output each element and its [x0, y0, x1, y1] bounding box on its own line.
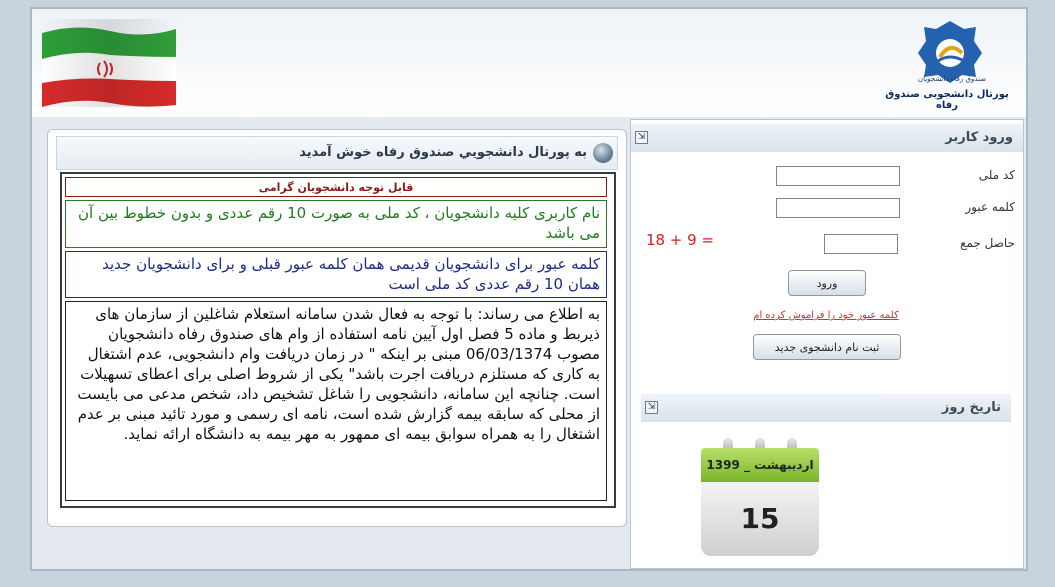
collapse-icon[interactable]: ⇲ — [635, 131, 648, 144]
right-column: ورود کاربر ⇲ کد ملی کلمه عبور حاصل جمع 1… — [630, 119, 1024, 569]
portal-frame: صندوق رفاه دانشجویان پورتال دانشجویی صند… — [30, 7, 1028, 571]
password-label: کلمه عبور — [965, 200, 1015, 214]
welcome-text: به پورتال دانشجويي صندوق رفاه خوش آمديد — [299, 145, 587, 160]
iran-flag-icon — [40, 19, 178, 107]
calendar-month-year: اردیبهشت _ 1399 — [701, 448, 819, 482]
captcha-label: حاصل جمع — [960, 236, 1015, 250]
calendar-icon: اردیبهشت _ 1399 15 — [701, 438, 819, 556]
password-input[interactable] — [776, 198, 900, 218]
body-area: به پورتال دانشجويي صندوق رفاه خوش آمديد … — [32, 117, 1026, 569]
header: صندوق رفاه دانشجویان پورتال دانشجویی صند… — [32, 9, 1026, 117]
main-panel: به پورتال دانشجويي صندوق رفاه خوش آمديد … — [47, 129, 627, 527]
notice-box: قابل توجه دانشجویان گرامی نام کاربری کلی… — [60, 172, 616, 508]
portal-title: پورتال دانشجویی صندوق رفاه — [885, 89, 1009, 111]
login-title: ورود کاربر — [945, 130, 1013, 145]
calendar-day: 15 — [701, 482, 819, 556]
collapse-icon[interactable]: ⇲ — [645, 401, 658, 414]
notice-password: کلمه عبور برای دانشجویان قدیمی همان کلمه… — [65, 251, 607, 298]
orb-bullet-icon — [593, 143, 613, 163]
welcome-bar: به پورتال دانشجويي صندوق رفاه خوش آمديد — [56, 136, 618, 170]
logo-caption: صندوق رفاه دانشجویان — [917, 75, 987, 83]
forgot-password-link[interactable]: کلمه عبور خود را فراموش کرده ام — [741, 310, 911, 321]
notice-title: قابل توجه دانشجویان گرامی — [65, 177, 607, 197]
today-title: تاریخ روز — [941, 400, 1001, 415]
login-header: ورود کاربر ⇲ — [631, 124, 1023, 152]
login-button[interactable]: ورود — [788, 270, 866, 296]
today-header: تاریخ روز ⇲ — [641, 394, 1011, 422]
national-code-label: کد ملی — [978, 168, 1015, 182]
notice-body: به اطلاع می رساند: با توجه به فعال شدن س… — [65, 301, 607, 501]
notice-username: نام کاربری کلیه دانشجویان ، کد ملی به صو… — [65, 200, 607, 248]
captcha-expression: 18 + 9 = — [641, 228, 719, 252]
register-button[interactable]: ثبت نام دانشجوی جدید — [753, 334, 901, 360]
national-code-input[interactable] — [776, 166, 900, 186]
captcha-input[interactable] — [824, 234, 898, 254]
